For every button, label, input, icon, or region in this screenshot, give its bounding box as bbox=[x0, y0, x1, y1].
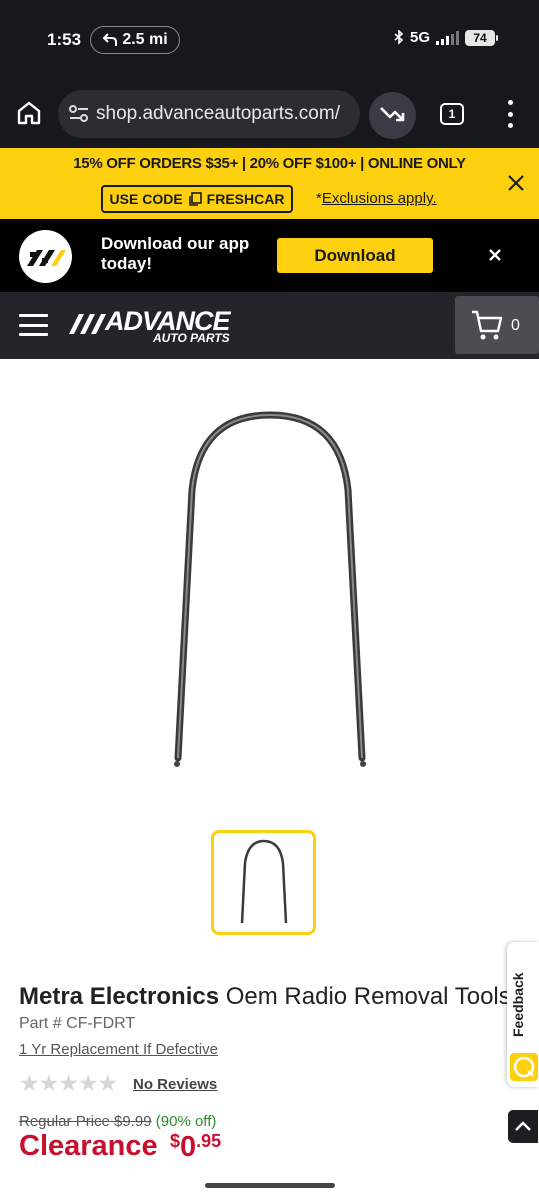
exclusions-text: *Exclusions apply. bbox=[316, 190, 437, 207]
site-settings-icon bbox=[69, 105, 88, 122]
product-title: Metra Electronics Oem Radio Removal Tool… bbox=[19, 983, 511, 1011]
chevron-up-icon bbox=[515, 1121, 531, 1131]
part-number: Part # CF-FDRT bbox=[19, 1015, 136, 1032]
nav-distance: 2.5 mi bbox=[122, 31, 168, 48]
browser-menu-button[interactable] bbox=[506, 100, 514, 128]
status-time: 1:53 bbox=[47, 30, 82, 49]
trending-down-icon bbox=[380, 107, 405, 122]
home-icon bbox=[17, 101, 41, 125]
address-bar[interactable]: shop.advanceautoparts.com/ bbox=[58, 90, 360, 138]
promo-code-prefix: USE CODE bbox=[109, 191, 183, 207]
promo-close-icon[interactable] bbox=[505, 172, 527, 194]
rating-stars: ★★★★★ bbox=[19, 1070, 118, 1096]
status-indicators: 5G 74 bbox=[394, 29, 498, 46]
tab-switcher-button[interactable]: 1 bbox=[440, 103, 464, 125]
battery-level: 74 bbox=[473, 30, 487, 45]
reviews-link[interactable]: No Reviews bbox=[133, 1076, 217, 1093]
browser-home-button[interactable] bbox=[14, 96, 44, 130]
feedback-tab[interactable]: Feedback bbox=[507, 942, 539, 1087]
promo-headline: 15% OFF ORDERS $35+ | 20% OFF $100+ | ON… bbox=[73, 155, 466, 172]
sale-price: $0.95 bbox=[170, 1131, 222, 1163]
status-bar: 1:53 2.5 mi 5G 74 bbox=[0, 0, 539, 80]
turn-left-icon bbox=[102, 33, 118, 46]
close-icon[interactable] bbox=[488, 248, 502, 262]
url-text: shop.advanceautoparts.com/ bbox=[96, 103, 340, 124]
cart-icon bbox=[472, 310, 503, 340]
bluetooth-icon bbox=[394, 30, 404, 45]
promo-code-box[interactable]: USE CODE FRESHCAR bbox=[101, 185, 293, 213]
promo-code: FRESHCAR bbox=[206, 191, 285, 207]
download-app-button[interactable]: Download bbox=[277, 238, 433, 273]
regular-price: Regular Price $9.99 (90% off) bbox=[19, 1113, 217, 1130]
feedback-label: Feedback bbox=[510, 972, 526, 1037]
product-thumbnail[interactable] bbox=[211, 830, 316, 935]
warranty-link[interactable]: 1 Yr Replacement If Defective bbox=[19, 1041, 218, 1058]
price-tracking-button[interactable] bbox=[369, 92, 416, 139]
navigation-pill[interactable]: 2.5 mi bbox=[90, 26, 180, 54]
network-type: 5G bbox=[409, 29, 430, 46]
product-brand: Metra Electronics bbox=[19, 983, 220, 1010]
site-header: ADVANCE AUTO PARTS 0 bbox=[0, 292, 539, 359]
checkered-flag-icon bbox=[69, 314, 106, 334]
promo-banner: 15% OFF ORDERS $35+ | 20% OFF $100+ | ON… bbox=[0, 148, 539, 219]
app-banner-text: Download our app today! bbox=[101, 234, 250, 273]
hamburger-menu-icon[interactable] bbox=[19, 314, 48, 336]
battery-icon: 74 bbox=[465, 29, 498, 46]
cart-count: 0 bbox=[511, 317, 520, 334]
clearance-label: Clearance bbox=[19, 1130, 158, 1162]
app-download-banner: Download our app today! Download bbox=[0, 219, 539, 292]
site-logo[interactable]: ADVANCE AUTO PARTS bbox=[67, 306, 247, 346]
product-image[interactable] bbox=[150, 400, 390, 790]
app-logo bbox=[19, 230, 72, 283]
exclusions-link[interactable]: Exclusions apply. bbox=[322, 190, 437, 207]
back-to-top-button[interactable] bbox=[508, 1110, 538, 1143]
copy-icon bbox=[188, 192, 202, 206]
cart-button[interactable]: 0 bbox=[455, 296, 539, 354]
browser-toolbar: shop.advanceautoparts.com/ 1 bbox=[0, 80, 539, 148]
logo-subtitle: AUTO PARTS bbox=[153, 331, 230, 345]
discount-text: (90% off) bbox=[155, 1113, 217, 1130]
feedback-icon bbox=[510, 1053, 538, 1081]
home-indicator[interactable] bbox=[205, 1183, 335, 1188]
product-name: Oem Radio Removal Tools bbox=[219, 983, 511, 1010]
signal-icon bbox=[436, 30, 459, 45]
